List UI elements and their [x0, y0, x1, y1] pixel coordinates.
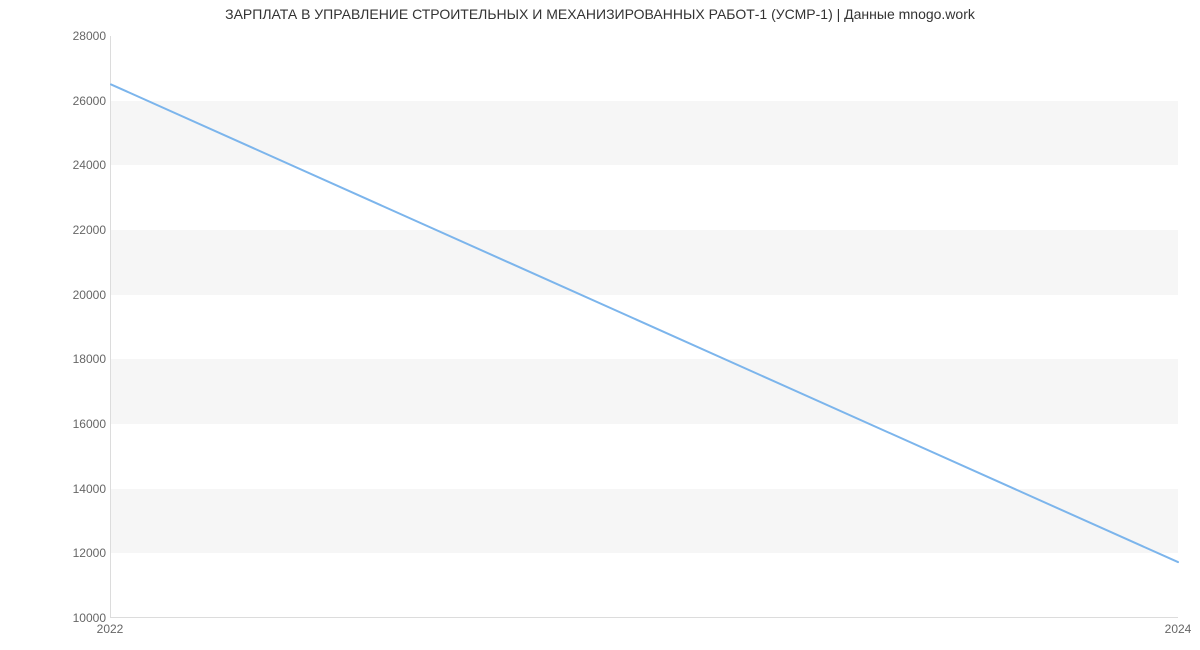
y-tick-label: 18000 [46, 352, 106, 366]
chart-title: ЗАРПЛАТА В УПРАВЛЕНИЕ СТРОИТЕЛЬНЫХ И МЕХ… [0, 6, 1200, 22]
plot-area [110, 36, 1178, 618]
x-tick-label: 2022 [97, 622, 124, 636]
y-tick-label: 28000 [46, 29, 106, 43]
y-tick-label: 14000 [46, 482, 106, 496]
x-tick-label: 2024 [1165, 622, 1192, 636]
y-tick-label: 20000 [46, 288, 106, 302]
y-tick-label: 22000 [46, 223, 106, 237]
y-tick-label: 12000 [46, 546, 106, 560]
y-tick-label: 24000 [46, 158, 106, 172]
y-tick-label: 26000 [46, 94, 106, 108]
y-tick-label: 16000 [46, 417, 106, 431]
data-line [111, 36, 1178, 617]
line-chart: ЗАРПЛАТА В УПРАВЛЕНИЕ СТРОИТЕЛЬНЫХ И МЕХ… [0, 0, 1200, 650]
